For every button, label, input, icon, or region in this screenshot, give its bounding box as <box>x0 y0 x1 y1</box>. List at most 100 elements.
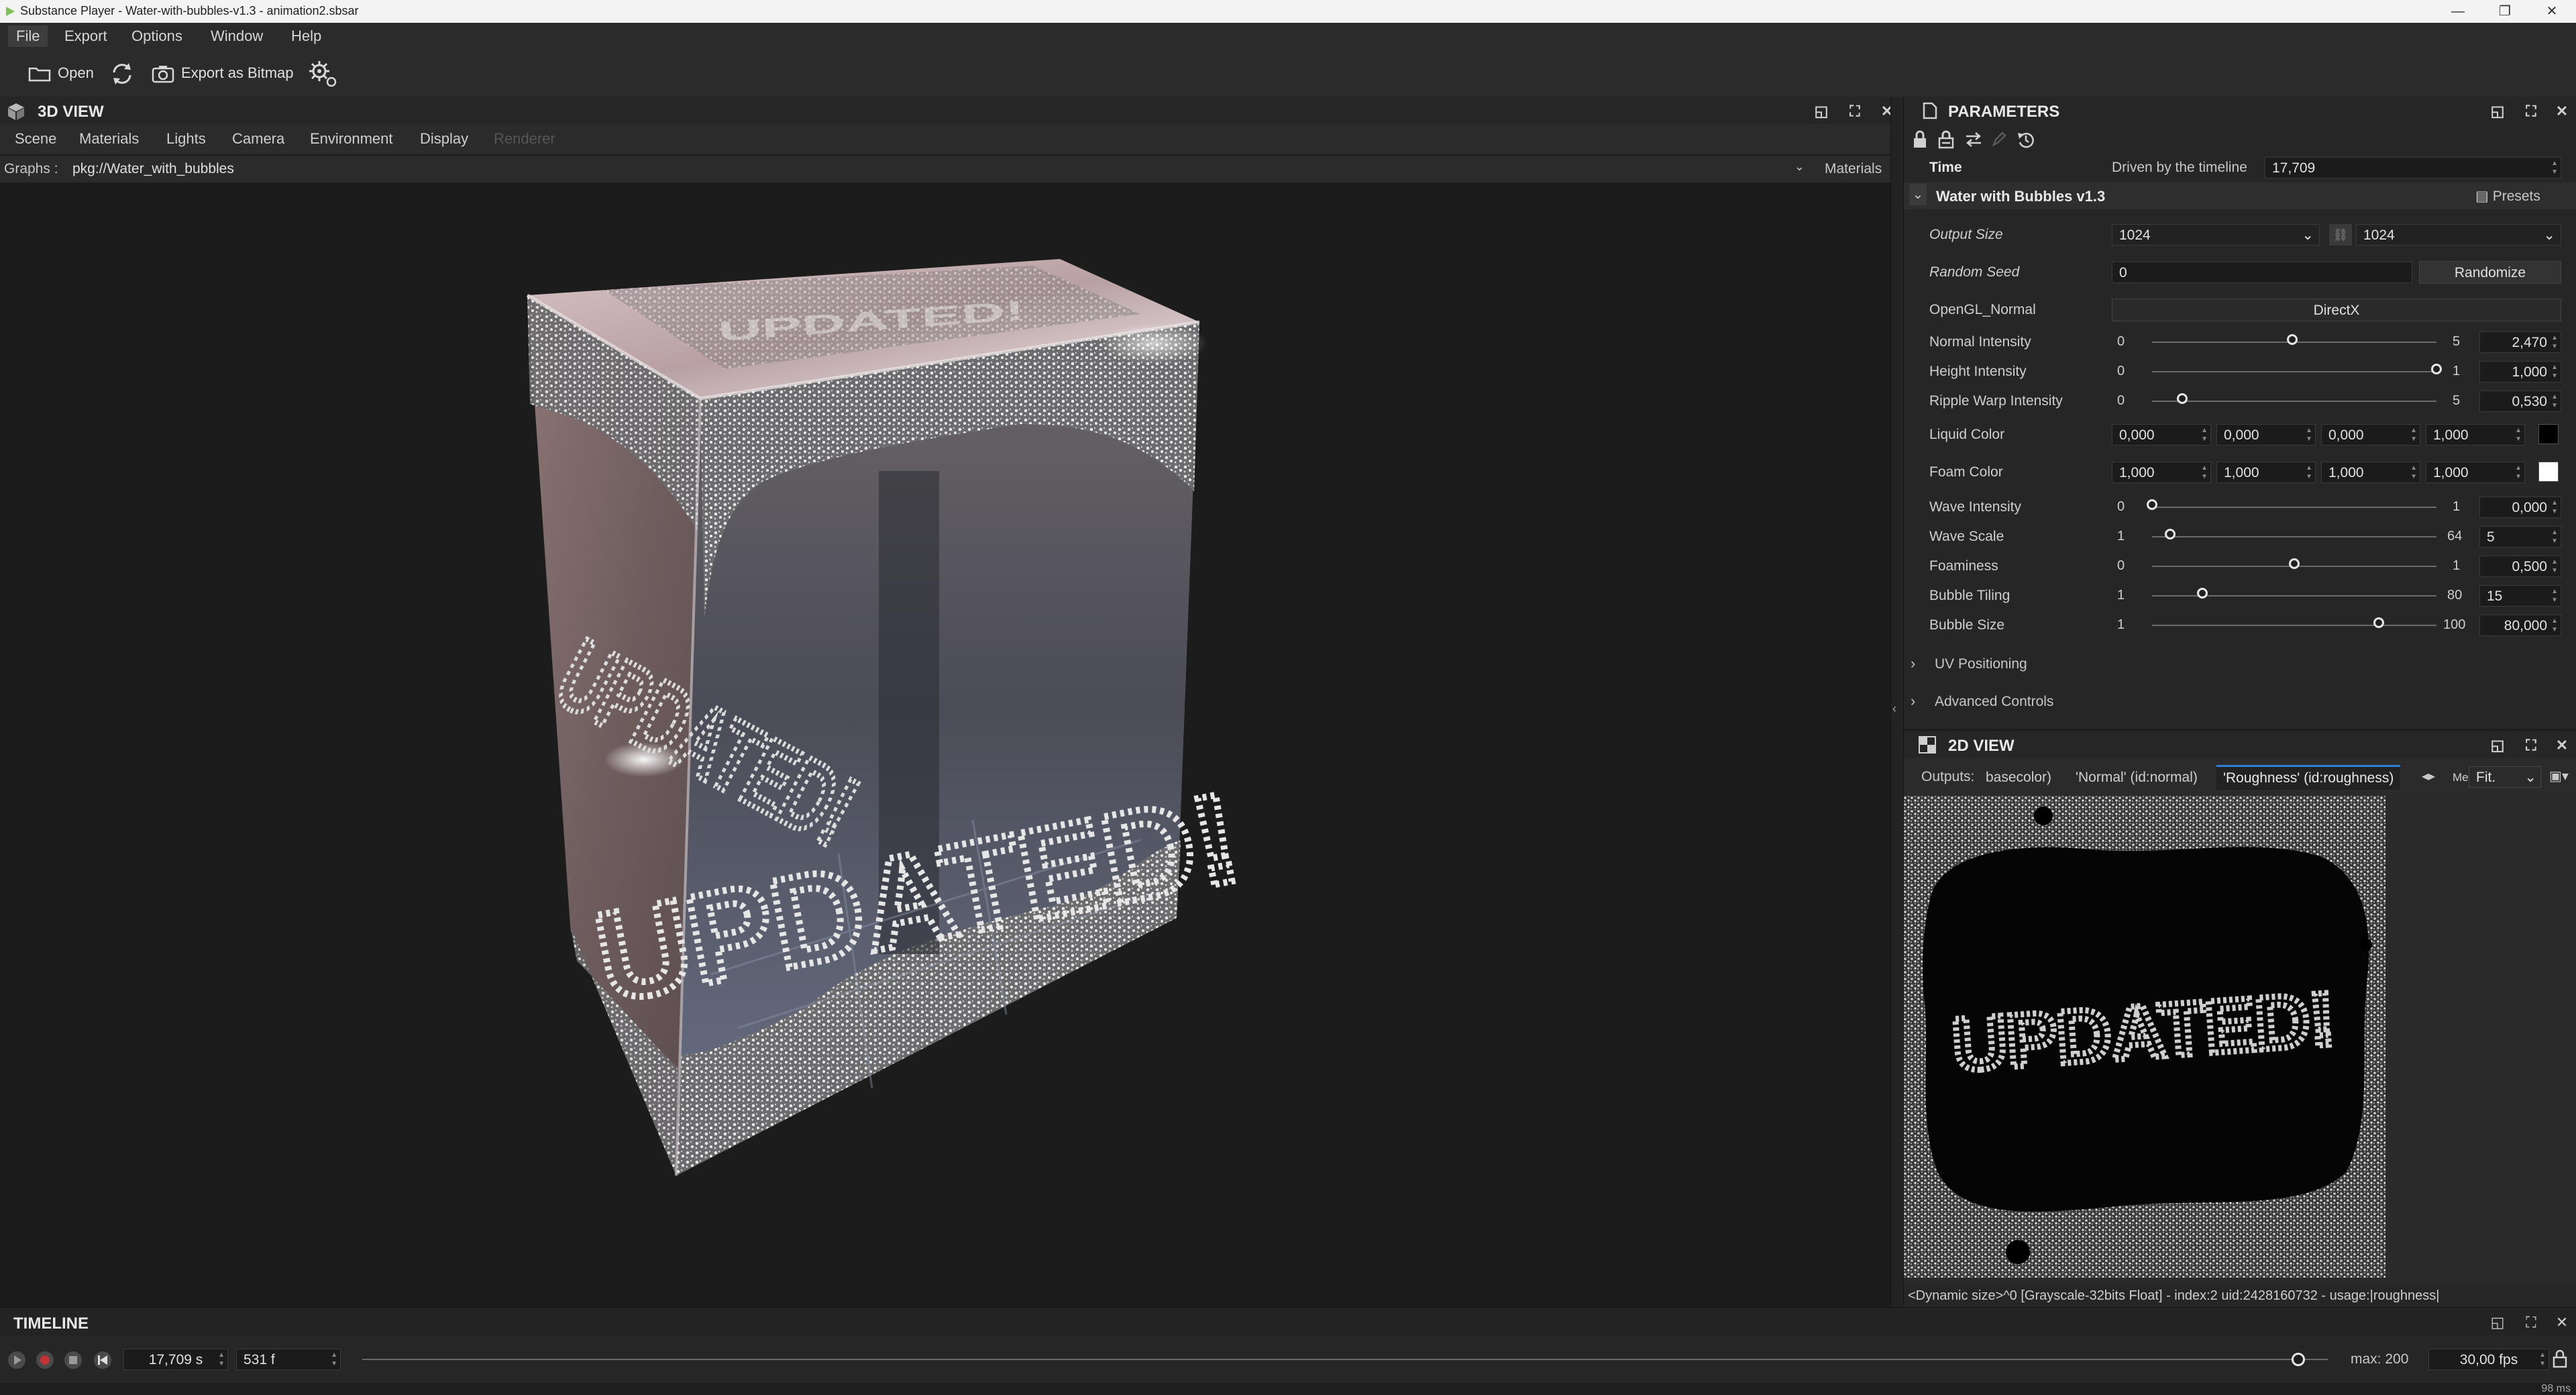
section-advanced-controls[interactable]: › Advanced Controls <box>1904 687 2576 717</box>
slider-track[interactable] <box>2152 401 2436 402</box>
spinner-icon[interactable]: ▲ ▼ <box>2551 393 2558 410</box>
close-window-button[interactable]: ✕ <box>2532 0 2572 23</box>
link-icon[interactable]: ⛓ <box>2329 224 2352 246</box>
liquid-g-field[interactable]: 0,000 ▲ ▼ <box>2216 424 2316 446</box>
slider-track[interactable] <box>2152 625 2436 626</box>
normal-format-button[interactable]: DirectX <box>2112 299 2561 321</box>
lock-icon[interactable] <box>2552 1349 2568 1369</box>
slider-handle[interactable] <box>2287 334 2298 345</box>
tab-lights[interactable]: Lights <box>166 130 206 148</box>
maximize-panel-icon[interactable]: ⛶ <box>2522 1314 2540 1331</box>
slider-handle[interactable] <box>2431 364 2442 374</box>
slider-value-field[interactable]: 0,500 ▲ ▼ <box>2479 556 2561 577</box>
maximize-panel-icon[interactable]: ⛶ <box>2522 737 2540 754</box>
close-panel-icon[interactable]: ✕ <box>2553 737 2571 754</box>
liquid-r-field[interactable]: 0,000 ▲ ▼ <box>2112 424 2211 446</box>
group-header[interactable]: ⌄ Water with Bubbles v1.3 ▤ Presets <box>1904 183 2576 209</box>
slider-track[interactable] <box>2152 371 2436 372</box>
close-panel-icon[interactable]: ✕ <box>2553 103 2571 119</box>
tab-display[interactable]: Display <box>420 130 468 148</box>
export-bitmap-button[interactable]: Export as Bitmap <box>150 59 298 87</box>
open-button[interactable]: Open <box>27 59 101 87</box>
menu-file[interactable]: File <box>8 25 48 47</box>
slider-handle[interactable] <box>2373 617 2385 628</box>
spinner-icon[interactable]: ▲ ▼ <box>2539 1351 2546 1368</box>
slider-handle[interactable] <box>2164 529 2176 539</box>
output-tab-roughness[interactable]: 'Roughness' (id:roughness) <box>2216 765 2401 790</box>
output-height-select[interactable]: 1024 ⌄ <box>2356 224 2561 246</box>
spinner-icon[interactable]: ▲ ▼ <box>2551 558 2558 575</box>
spinner-icon[interactable]: ▲ ▼ <box>331 1351 337 1368</box>
spinner-icon[interactable]: ▲ ▼ <box>2551 499 2558 516</box>
liquid-color-swatch[interactable] <box>2538 424 2559 444</box>
slider-value-field[interactable]: 80,000 ▲ ▼ <box>2479 615 2561 636</box>
minimize-button[interactable]: — <box>2438 0 2478 23</box>
swap-icon[interactable] <box>1964 132 1983 148</box>
output-tab-basecolor[interactable]: basecolor) <box>1979 766 2058 789</box>
spinner-icon[interactable]: ▲ ▼ <box>2551 363 2558 380</box>
viewport-2d[interactable]: UPDATED! <box>1904 796 2576 1284</box>
tab-camera[interactable]: Camera <box>232 130 284 148</box>
slider-track[interactable] <box>2152 536 2436 537</box>
spinner-icon[interactable]: ▲ ▼ <box>2306 464 2312 481</box>
settings-gear-icon[interactable] <box>307 59 338 89</box>
tab-environment[interactable]: Environment <box>310 130 393 148</box>
liquid-b-field[interactable]: 0,000 ▲ ▼ <box>2321 424 2420 446</box>
slider-value-field[interactable]: 5 ▲ ▼ <box>2479 526 2561 548</box>
tab-materials[interactable]: Materials <box>79 130 139 148</box>
spinner-icon[interactable]: ▲ ▼ <box>2306 426 2312 444</box>
stop-icon[interactable] <box>63 1350 83 1370</box>
slider-value-field[interactable]: 0,000 ▲ ▼ <box>2479 497 2561 518</box>
materials-button[interactable]: Materials <box>1825 161 1882 177</box>
fps-field[interactable]: 30,00 fps ▲ ▼ <box>2428 1349 2549 1370</box>
menu-options[interactable]: Options <box>123 25 191 47</box>
float-panel-icon[interactable]: ◱ <box>2489 737 2506 754</box>
menu-help[interactable]: Help <box>283 25 329 47</box>
frame-field[interactable]: 531 f ▲ ▼ <box>236 1349 341 1370</box>
slider-handle[interactable] <box>2289 558 2300 569</box>
panel-splitter[interactable]: ‹ <box>1890 97 1904 1307</box>
liquid-a-field[interactable]: 1,000 ▲ ▼ <box>2426 424 2525 446</box>
spinner-icon[interactable]: ▲ ▼ <box>218 1351 225 1368</box>
slider-value-field[interactable]: 0,530 ▲ ▼ <box>2479 391 2561 412</box>
rewind-icon[interactable] <box>93 1350 113 1370</box>
output-width-select[interactable]: 1024 ⌄ <box>2112 224 2320 246</box>
lock-params-icon[interactable] <box>1937 130 1955 149</box>
slider-handle[interactable] <box>2197 588 2208 599</box>
close-panel-icon[interactable]: ✕ <box>2553 1314 2571 1331</box>
spinner-icon[interactable]: ▲ ▼ <box>2551 528 2558 546</box>
maximize-panel-icon[interactable]: ⛶ <box>1846 103 1864 119</box>
maximize-button[interactable]: ❐ <box>2485 0 2525 23</box>
output-tab-normal[interactable]: 'Normal' (id:normal) <box>2069 766 2204 789</box>
float-panel-icon[interactable]: ◱ <box>2489 103 2506 119</box>
spinner-icon[interactable]: ▲ ▼ <box>2551 617 2558 634</box>
spinner-icon[interactable]: ▲ ▼ <box>2410 464 2417 481</box>
maximize-panel-icon[interactable]: ⛶ <box>2522 103 2540 119</box>
timeline-track[interactable] <box>362 1359 2328 1360</box>
menu-export[interactable]: Export <box>56 25 115 47</box>
slider-track[interactable] <box>2152 595 2436 597</box>
graph-select[interactable]: pkg://Water_with_bubbles ⌄ <box>67 158 1811 178</box>
refresh-icon[interactable] <box>109 60 136 87</box>
spinner-icon[interactable]: ▲ ▼ <box>2515 464 2522 481</box>
foam-a-field[interactable]: 1,000 ▲ ▼ <box>2426 462 2525 483</box>
reset-icon[interactable] <box>2017 130 2035 149</box>
time-value-field[interactable]: 17,709 ▲ ▼ <box>2265 157 2561 178</box>
random-seed-field[interactable]: 0 <box>2112 262 2412 283</box>
slider-handle[interactable] <box>2176 393 2188 404</box>
spinner-icon[interactable]: ▲ ▼ <box>2551 159 2558 176</box>
slider-track[interactable] <box>2152 507 2436 508</box>
chevron-down-icon[interactable]: ⌄ <box>1909 184 1927 205</box>
spinner-icon[interactable]: ▲ ▼ <box>2410 426 2417 444</box>
presets-button[interactable]: ▤ Presets <box>2475 188 2540 205</box>
scroll-tabs-arrows-icon[interactable]: ◂▸ <box>2422 768 2435 784</box>
spinner-icon[interactable]: ▲ ▼ <box>2201 426 2208 444</box>
foam-color-swatch[interactable] <box>2538 462 2559 482</box>
float-panel-icon[interactable]: ◱ <box>1813 103 1830 119</box>
zoom-fit-select[interactable]: Fit. ⌄ <box>2469 766 2541 788</box>
collapse-arrow-icon[interactable]: ‹ <box>1892 702 1896 716</box>
slider-handle[interactable] <box>2147 499 2157 510</box>
play-icon[interactable] <box>7 1350 27 1370</box>
randomize-button[interactable]: Randomize <box>2419 261 2561 284</box>
spinner-icon[interactable]: ▲ ▼ <box>2551 333 2558 351</box>
